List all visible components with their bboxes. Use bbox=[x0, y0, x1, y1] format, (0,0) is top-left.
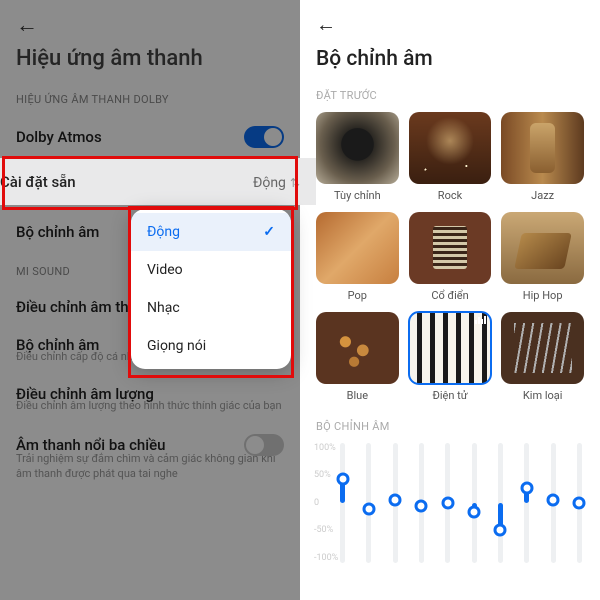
equalizer-screen: ← Bộ chỉnh âm ĐẶT TRƯỚC Tùy chỉnh Rock J… bbox=[300, 0, 600, 600]
preset-jazz[interactable]: Jazz bbox=[501, 112, 584, 202]
preset-dien-tu[interactable]: Điện tử bbox=[409, 312, 492, 402]
preset-rock[interactable]: Rock bbox=[409, 112, 492, 202]
eq-band[interactable] bbox=[419, 443, 424, 563]
three-label: Âm thanh nổi ba chiều bbox=[16, 436, 165, 454]
dropdown-item-video[interactable]: Video bbox=[131, 251, 291, 289]
back-icon[interactable]: ← bbox=[316, 12, 584, 37]
eq-band[interactable] bbox=[577, 443, 582, 563]
dropdown-item-nhac[interactable]: Nhạc bbox=[131, 289, 291, 327]
eq-band[interactable] bbox=[366, 443, 371, 563]
preset-tuy-chinh[interactable]: Tùy chỉnh bbox=[316, 112, 399, 202]
3d-toggle[interactable] bbox=[244, 434, 284, 456]
dolby-label: Dolby Atmos bbox=[16, 128, 102, 146]
preset-row[interactable]: Cài đặt sẵn Động ⇅ bbox=[0, 158, 316, 205]
chevron-updown-icon: ⇅ bbox=[290, 176, 300, 190]
preset-blue[interactable]: Blue bbox=[316, 312, 399, 402]
eq-label: Bộ chỉnh âm bbox=[16, 223, 99, 241]
dolby-toggle[interactable] bbox=[244, 126, 284, 148]
back-icon[interactable]: ← bbox=[16, 12, 284, 38]
section-preset: ĐẶT TRƯỚC bbox=[316, 89, 584, 102]
equalizer-sliders: 100%50%0-50%-100% bbox=[316, 443, 584, 583]
eq-band[interactable] bbox=[393, 443, 398, 563]
preset-kim-loai[interactable]: Kim loại bbox=[501, 312, 584, 402]
preset-grid: Tùy chỉnh Rock Jazz Pop Cổ điển Hip Hop … bbox=[316, 112, 584, 402]
page-title: Hiệu ứng âm thanh bbox=[16, 46, 284, 71]
section-eq: BỘ CHỈNH ÂM bbox=[316, 420, 584, 433]
preset-hiphop[interactable]: Hip Hop bbox=[501, 212, 584, 302]
dropdown-item-dong[interactable]: Động✓ bbox=[131, 213, 291, 251]
page-title: Bộ chỉnh âm bbox=[316, 47, 584, 71]
eq-band[interactable] bbox=[445, 443, 450, 563]
eq-band[interactable] bbox=[524, 443, 529, 563]
preset-value: Động bbox=[253, 175, 286, 191]
eq-axis: 100%50%0-50%-100% bbox=[314, 443, 338, 563]
eq-band[interactable] bbox=[340, 443, 345, 563]
check-icon: ✓ bbox=[263, 224, 275, 240]
preset-pop[interactable]: Pop bbox=[316, 212, 399, 302]
preset-label: Cài đặt sẵn bbox=[0, 173, 76, 191]
dolby-atmos-row[interactable]: Dolby Atmos bbox=[16, 116, 284, 158]
dropdown-item-giongnoi[interactable]: Giọng nói bbox=[131, 327, 291, 365]
three-sub: Trải nghiệm sự đắm chìm và cảm giác khôn… bbox=[16, 452, 284, 482]
equalizer-icon bbox=[475, 316, 486, 324]
section-dolby: HIỆU ỨNG ÂM THANH DOLBY bbox=[16, 93, 284, 106]
eq-band[interactable] bbox=[498, 443, 503, 563]
sound-effects-screen: ← Hiệu ứng âm thanh HIỆU ỨNG ÂM THANH DO… bbox=[0, 0, 300, 600]
eq-band[interactable] bbox=[472, 443, 477, 563]
eq-band[interactable] bbox=[551, 443, 556, 563]
vol-sub: Điều chỉnh âm lượng theo hình thức thính… bbox=[16, 399, 284, 414]
preset-co-dien[interactable]: Cổ điển bbox=[409, 212, 492, 302]
preset-dropdown[interactable]: Động✓ Video Nhạc Giọng nói bbox=[131, 209, 291, 369]
